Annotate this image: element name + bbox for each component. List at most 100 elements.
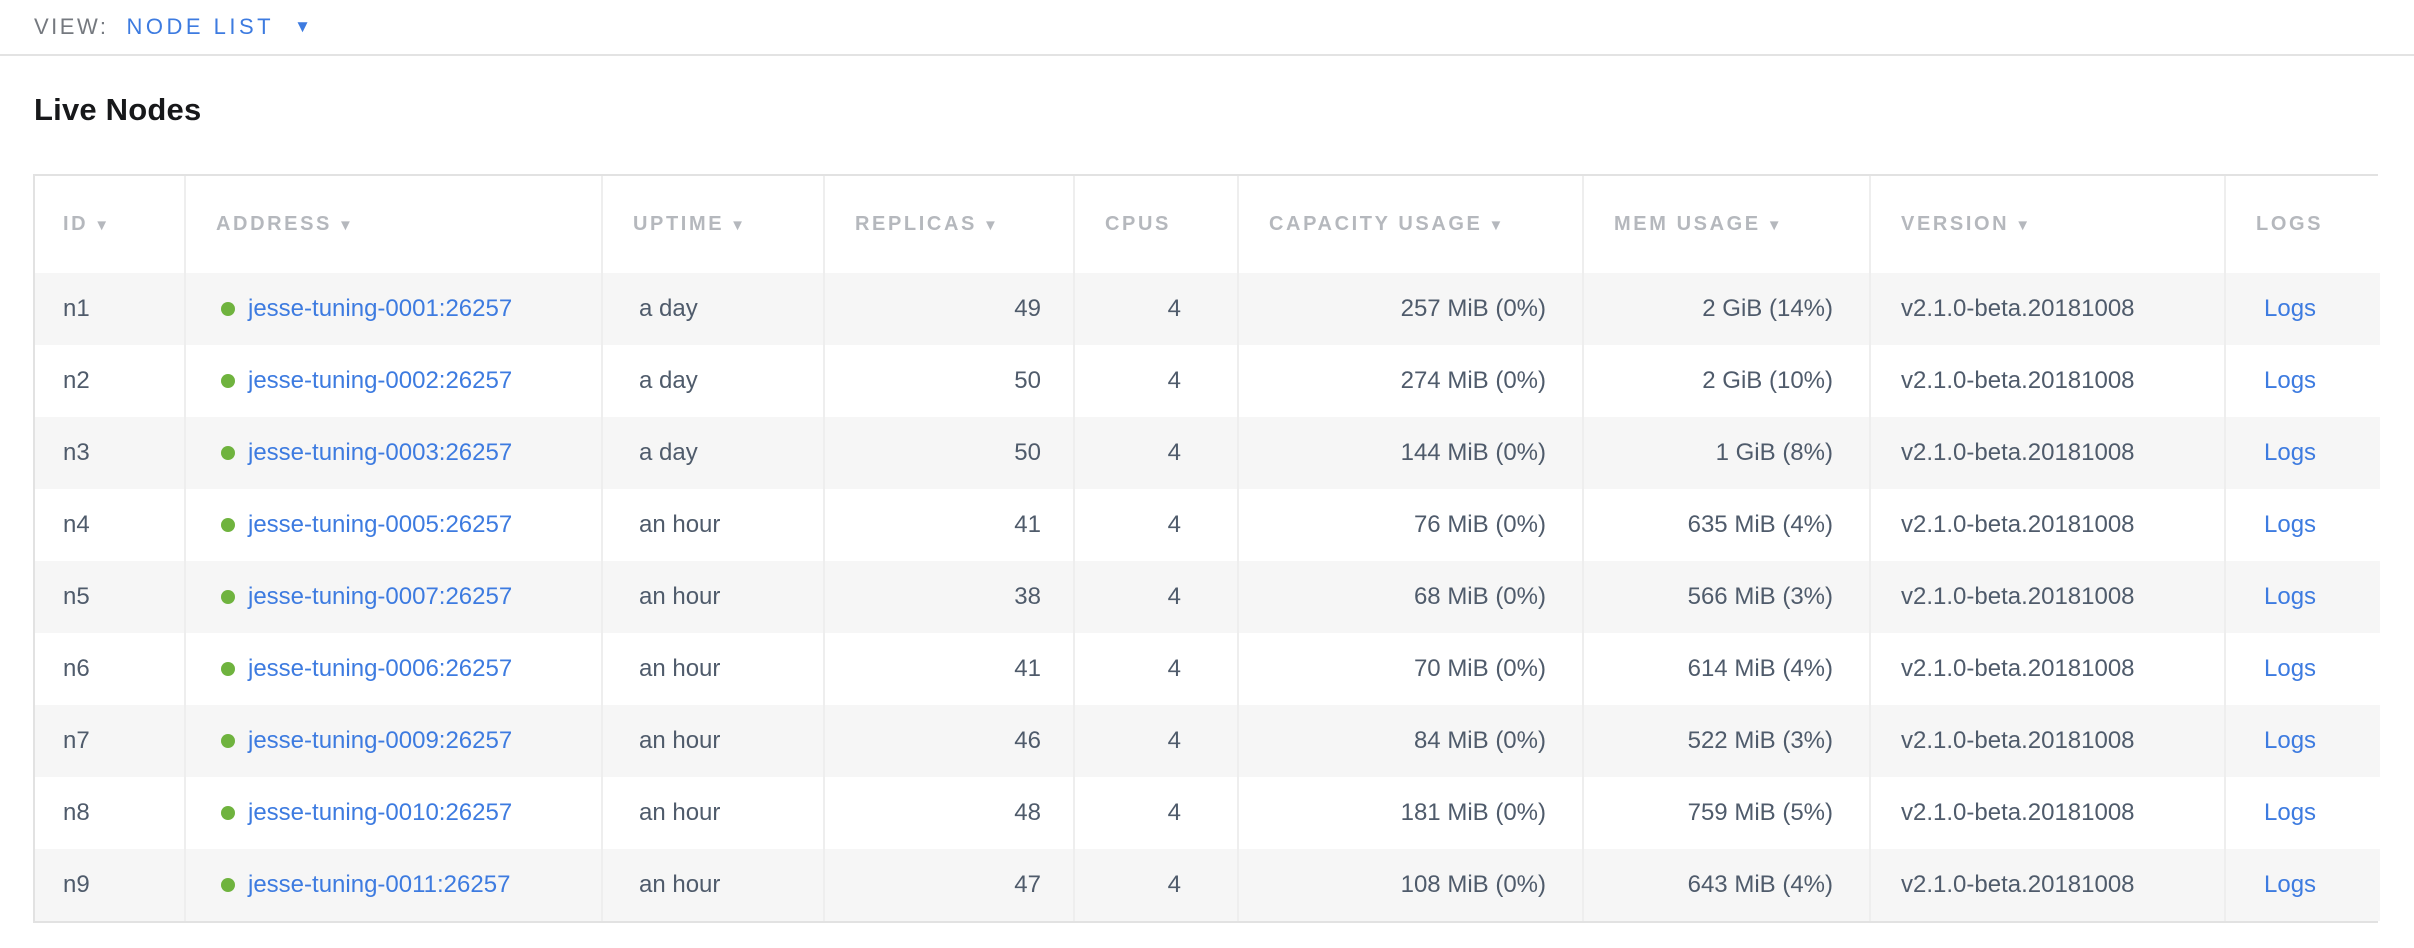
cell-replicas: 41 bbox=[824, 633, 1074, 705]
column-header-mem-usage[interactable]: MEM USAGE▼ bbox=[1583, 176, 1870, 273]
node-address-link[interactable]: jesse-tuning-0010:26257 bbox=[248, 799, 512, 826]
cell-version: v2.1.0-beta.20181008 bbox=[1870, 561, 2225, 633]
chevron-down-icon: ▼ bbox=[294, 17, 311, 37]
cell-address: jesse-tuning-0003:26257 bbox=[185, 417, 602, 489]
table-row: n9 jesse-tuning-0011:26257 an hour 47 4 … bbox=[35, 849, 2380, 921]
cell-replicas: 50 bbox=[824, 345, 1074, 417]
cell-uptime: a day bbox=[602, 417, 824, 489]
node-live-status-icon bbox=[221, 590, 235, 604]
cell-cpus: 4 bbox=[1074, 345, 1238, 417]
node-live-status-icon bbox=[221, 374, 235, 388]
cell-capacity-usage: 257 MiB (0%) bbox=[1238, 273, 1583, 345]
column-header-id[interactable]: ID▼ bbox=[35, 176, 185, 273]
cell-cpus: 4 bbox=[1074, 705, 1238, 777]
node-live-status-icon bbox=[221, 446, 235, 460]
sort-caret-icon: ▼ bbox=[730, 217, 747, 234]
cell-mem-usage: 2 GiB (10%) bbox=[1583, 345, 1870, 417]
logs-link[interactable]: Logs bbox=[2264, 655, 2316, 682]
sort-caret-icon: ▼ bbox=[338, 217, 355, 234]
cell-uptime: an hour bbox=[602, 849, 824, 921]
cell-address: jesse-tuning-0007:26257 bbox=[185, 561, 602, 633]
cell-uptime: an hour bbox=[602, 633, 824, 705]
cell-mem-usage: 1 GiB (8%) bbox=[1583, 417, 1870, 489]
column-header-version[interactable]: VERSION▼ bbox=[1870, 176, 2225, 273]
logs-link[interactable]: Logs bbox=[2264, 367, 2316, 394]
cell-version: v2.1.0-beta.20181008 bbox=[1870, 633, 2225, 705]
cell-capacity-usage: 76 MiB (0%) bbox=[1238, 489, 1583, 561]
cell-mem-usage: 643 MiB (4%) bbox=[1583, 849, 1870, 921]
cell-node-id: n2 bbox=[35, 345, 185, 417]
column-header-capacity-usage[interactable]: CAPACITY USAGE▼ bbox=[1238, 176, 1583, 273]
cell-mem-usage: 635 MiB (4%) bbox=[1583, 489, 1870, 561]
cell-cpus: 4 bbox=[1074, 417, 1238, 489]
view-dropdown[interactable]: NODE LIST ▼ bbox=[126, 14, 310, 40]
column-header-uptime[interactable]: UPTIME▼ bbox=[602, 176, 824, 273]
node-address-link[interactable]: jesse-tuning-0006:26257 bbox=[248, 655, 512, 682]
node-address-link[interactable]: jesse-tuning-0009:26257 bbox=[248, 727, 512, 754]
cell-capacity-usage: 108 MiB (0%) bbox=[1238, 849, 1583, 921]
column-header-cpus: CPUS bbox=[1074, 176, 1238, 273]
logs-link[interactable]: Logs bbox=[2264, 799, 2316, 826]
logs-link[interactable]: Logs bbox=[2264, 871, 2316, 898]
cell-cpus: 4 bbox=[1074, 777, 1238, 849]
logs-link[interactable]: Logs bbox=[2264, 727, 2316, 754]
cell-node-id: n6 bbox=[35, 633, 185, 705]
cell-version: v2.1.0-beta.20181008 bbox=[1870, 705, 2225, 777]
node-address-link[interactable]: jesse-tuning-0011:26257 bbox=[248, 871, 510, 898]
cell-replicas: 48 bbox=[824, 777, 1074, 849]
column-header-replicas[interactable]: REPLICAS▼ bbox=[824, 176, 1074, 273]
node-address-link[interactable]: jesse-tuning-0005:26257 bbox=[248, 511, 512, 538]
sort-caret-icon: ▼ bbox=[1767, 217, 1784, 234]
cell-logs: Logs bbox=[2225, 489, 2380, 561]
node-live-status-icon bbox=[221, 662, 235, 676]
cell-replicas: 50 bbox=[824, 417, 1074, 489]
logs-link[interactable]: Logs bbox=[2264, 511, 2316, 538]
cell-cpus: 4 bbox=[1074, 273, 1238, 345]
cell-cpus: 4 bbox=[1074, 849, 1238, 921]
cell-uptime: an hour bbox=[602, 561, 824, 633]
cell-mem-usage: 759 MiB (5%) bbox=[1583, 777, 1870, 849]
view-dropdown-value: NODE LIST bbox=[126, 14, 274, 40]
sort-caret-icon: ▼ bbox=[2015, 217, 2032, 234]
table-row: n2 jesse-tuning-0002:26257 a day 50 4 27… bbox=[35, 345, 2380, 417]
cell-logs: Logs bbox=[2225, 273, 2380, 345]
cell-mem-usage: 566 MiB (3%) bbox=[1583, 561, 1870, 633]
cell-logs: Logs bbox=[2225, 561, 2380, 633]
cell-replicas: 47 bbox=[824, 849, 1074, 921]
node-address-link[interactable]: jesse-tuning-0007:26257 bbox=[248, 583, 512, 610]
cell-capacity-usage: 70 MiB (0%) bbox=[1238, 633, 1583, 705]
node-live-status-icon bbox=[221, 518, 235, 532]
node-address-link[interactable]: jesse-tuning-0001:26257 bbox=[248, 295, 512, 322]
table-row: n1 jesse-tuning-0001:26257 a day 49 4 25… bbox=[35, 273, 2380, 345]
cell-node-id: n5 bbox=[35, 561, 185, 633]
node-live-status-icon bbox=[221, 878, 235, 892]
cell-node-id: n8 bbox=[35, 777, 185, 849]
cell-address: jesse-tuning-0009:26257 bbox=[185, 705, 602, 777]
cell-address: jesse-tuning-0005:26257 bbox=[185, 489, 602, 561]
node-address-link[interactable]: jesse-tuning-0002:26257 bbox=[248, 367, 512, 394]
cell-version: v2.1.0-beta.20181008 bbox=[1870, 777, 2225, 849]
page-title: Live Nodes bbox=[34, 92, 2414, 128]
table-header-row: ID▼ ADDRESS▼ UPTIME▼ REPLICAS▼ CPUS CAPA… bbox=[35, 176, 2380, 273]
cell-uptime: an hour bbox=[602, 489, 824, 561]
cell-logs: Logs bbox=[2225, 633, 2380, 705]
cell-address: jesse-tuning-0010:26257 bbox=[185, 777, 602, 849]
cell-logs: Logs bbox=[2225, 345, 2380, 417]
cell-cpus: 4 bbox=[1074, 633, 1238, 705]
live-nodes-table: ID▼ ADDRESS▼ UPTIME▼ REPLICAS▼ CPUS CAPA… bbox=[33, 174, 2378, 923]
cell-version: v2.1.0-beta.20181008 bbox=[1870, 489, 2225, 561]
table-row: n8 jesse-tuning-0010:26257 an hour 48 4 … bbox=[35, 777, 2380, 849]
logs-link[interactable]: Logs bbox=[2264, 295, 2316, 322]
node-address-link[interactable]: jesse-tuning-0003:26257 bbox=[248, 439, 512, 466]
cell-cpus: 4 bbox=[1074, 489, 1238, 561]
cell-address: jesse-tuning-0006:26257 bbox=[185, 633, 602, 705]
cell-mem-usage: 614 MiB (4%) bbox=[1583, 633, 1870, 705]
logs-link[interactable]: Logs bbox=[2264, 583, 2316, 610]
logs-link[interactable]: Logs bbox=[2264, 439, 2316, 466]
column-header-address[interactable]: ADDRESS▼ bbox=[185, 176, 602, 273]
cell-uptime: a day bbox=[602, 345, 824, 417]
cell-version: v2.1.0-beta.20181008 bbox=[1870, 345, 2225, 417]
node-live-status-icon bbox=[221, 302, 235, 316]
table-row: n4 jesse-tuning-0005:26257 an hour 41 4 … bbox=[35, 489, 2380, 561]
cell-node-id: n3 bbox=[35, 417, 185, 489]
